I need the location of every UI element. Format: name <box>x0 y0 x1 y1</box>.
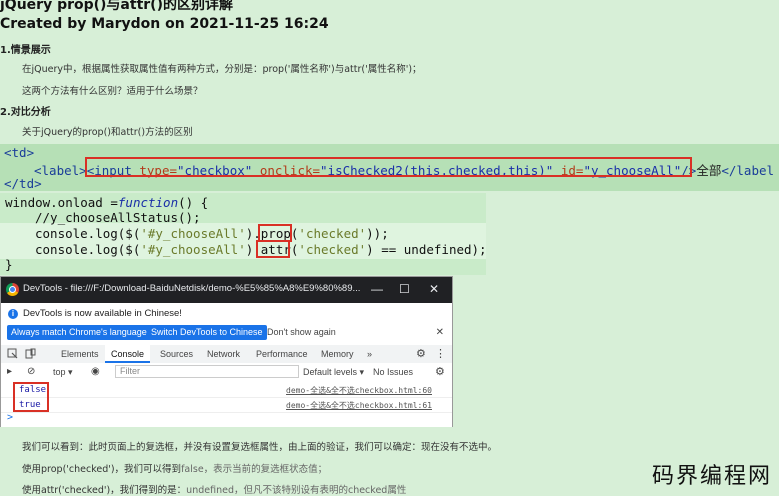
clear-console-icon[interactable]: ⊘ <box>27 363 35 381</box>
language-infobar: i DevTools is now available in Chinese! … <box>1 303 452 346</box>
js-brace: () { <box>178 195 209 210</box>
label-open-tag: <label> <box>34 163 87 178</box>
td-open-tag: <td> <box>4 145 35 160</box>
paragraph-5-tail: false，表示当前的复选框状态值； <box>181 464 328 475</box>
attr-highlight-box <box>256 240 290 258</box>
console-prompt[interactable]: > <box>7 412 13 423</box>
paragraph-2: 这两个方法有什么区别？适用于什么场景？ <box>22 86 203 97</box>
paragraph-6: 使用attr('checked')，我们得到的是：undefined，但凡不该特… <box>22 482 406 496</box>
paragraph-5-lead: 使用prop('checked')，我们可以得到 <box>22 464 182 475</box>
input-highlight-box <box>85 157 692 177</box>
js-checked-str: 'checked' <box>298 242 367 257</box>
td-close-tag: </td> <box>4 176 42 191</box>
dont-show-again-button[interactable]: Don't show again <box>267 325 336 340</box>
code-line-td-close: </td> <box>4 176 42 191</box>
js-function-kw: function <box>117 195 179 210</box>
console-output: false demo-全选&全不选checkbox.html:60 true d… <box>1 381 452 427</box>
devtools-window: DevTools - file:///F:/Download-BaiduNetd… <box>0 276 453 427</box>
log-levels-dropdown[interactable]: Default levels ▾ <box>303 363 364 381</box>
code-line-td-open: <td> <box>4 145 34 160</box>
device-toolbar-icon[interactable] <box>25 348 36 359</box>
live-expression-eye-icon[interactable]: ◉ <box>91 363 100 381</box>
article-title: jQuery prop()与attr()的区别详解 <box>0 0 233 13</box>
html-code-snippet: <td> <label><input type="checkbox" oncli… <box>0 144 779 191</box>
js-line-2: //y_chooseAllStatus(); <box>35 210 201 225</box>
tab-performance[interactable]: Performance <box>256 345 308 363</box>
js-onload: window.onload = <box>5 195 118 210</box>
devtools-tab-bar: Elements Console Sources Network Perform… <box>1 345 452 364</box>
console-toolbar: ▸ ⊘ top ▾ ◉ Filter Default levels ▾ No I… <box>1 363 452 382</box>
js-selector: '#y_chooseAll' <box>140 226 246 241</box>
log-source-link[interactable]: demo-全选&全不选checkbox.html:61 <box>286 400 432 411</box>
issues-button[interactable]: No Issues <box>373 363 413 381</box>
js-line-1: window.onload =function() { <box>5 195 208 210</box>
paragraph-3: 关于jQuery的prop()和attr()方法的区别 <box>22 127 193 138</box>
paragraph-6-tail: undefined，但凡不该特别设有表明的checked属性 <box>186 485 407 496</box>
chrome-logo-icon <box>6 283 19 296</box>
js-console-log: console.log($( <box>35 226 141 241</box>
paragraph-5: 使用prop('checked')，我们可以得到false，表示当前的复选框状态… <box>22 461 327 475</box>
console-filter-input[interactable]: Filter <box>115 365 299 378</box>
console-log-row: true demo-全选&全不选checkbox.html:61 <box>1 398 452 413</box>
info-icon: i <box>8 309 18 319</box>
paragraph-6-lead: 使用attr('checked')，我们得到的是： <box>22 485 187 496</box>
devtools-titlebar: DevTools - file:///F:/Download-BaiduNetd… <box>1 277 452 303</box>
section-heading-1: 1.情景展示 <box>0 45 51 56</box>
tab-network[interactable]: Network <box>207 345 240 363</box>
js-line-3: console.log($('#y_chooseAll').prop('chec… <box>35 226 389 241</box>
article-byline: Created by Marydon on 2021-11-25 16:24 <box>0 16 329 32</box>
js-line-5: } <box>5 257 13 272</box>
context-label: top <box>53 367 66 377</box>
settings-gear-icon[interactable]: ⚙ <box>416 345 426 363</box>
log-source-link[interactable]: demo-全选&全不选checkbox.html:60 <box>286 385 432 396</box>
log-levels-label: Default levels <box>303 367 358 377</box>
console-sidebar-icon[interactable]: ▸ <box>7 363 12 381</box>
paragraph-4: 我们可以看到：此时页面上的复选框，并没有设置复选框属性，由上面的验证，我们可以确… <box>22 442 498 453</box>
info-text: DevTools is now available in Chinese! <box>23 308 182 319</box>
js-code-snippet: window.onload =function() { //y_chooseAl… <box>0 193 487 275</box>
tab-memory[interactable]: Memory <box>321 345 354 363</box>
more-tabs-icon[interactable]: » <box>367 345 372 363</box>
log-values-highlight-box <box>13 382 49 412</box>
label-text: 全部 <box>696 163 722 178</box>
tab-console[interactable]: Console <box>105 345 151 363</box>
maximize-icon[interactable]: ☐ <box>399 282 410 296</box>
js-console-log: console.log($( <box>35 242 141 257</box>
minimize-icon[interactable]: — <box>371 282 383 296</box>
more-options-icon[interactable]: ⋮ <box>435 345 446 363</box>
switch-to-chinese-button[interactable]: Switch DevTools to Chinese <box>147 325 267 340</box>
window-title: DevTools - file:///F:/Download-BaiduNetd… <box>23 283 361 294</box>
inspect-element-icon[interactable] <box>7 348 18 359</box>
paragraph-1: 在jQuery中，根据属性获取属性值有两种方式，分别是：prop('属性名称')… <box>22 64 422 75</box>
site-watermark: 码界编程网 <box>652 464 773 489</box>
close-infobar-icon[interactable]: ✕ <box>436 327 444 338</box>
js-compare: ) == undefined); <box>366 242 487 257</box>
js-selector: '#y_chooseAll' <box>140 242 246 257</box>
tab-sources[interactable]: Sources <box>160 345 193 363</box>
label-close-tag: </label <box>721 163 775 178</box>
always-match-language-button[interactable]: Always match Chrome's language <box>7 325 151 340</box>
console-log-row: false demo-全选&全不选checkbox.html:60 <box>1 383 452 398</box>
js-close: )); <box>366 226 389 241</box>
tab-elements[interactable]: Elements <box>61 345 99 363</box>
js-checked-str: 'checked' <box>298 226 367 241</box>
close-window-icon[interactable]: ✕ <box>429 282 439 296</box>
console-settings-gear-icon[interactable]: ⚙ <box>435 363 445 381</box>
context-selector[interactable]: top ▾ <box>53 363 73 381</box>
section-heading-2: 2.对比分析 <box>0 107 51 118</box>
